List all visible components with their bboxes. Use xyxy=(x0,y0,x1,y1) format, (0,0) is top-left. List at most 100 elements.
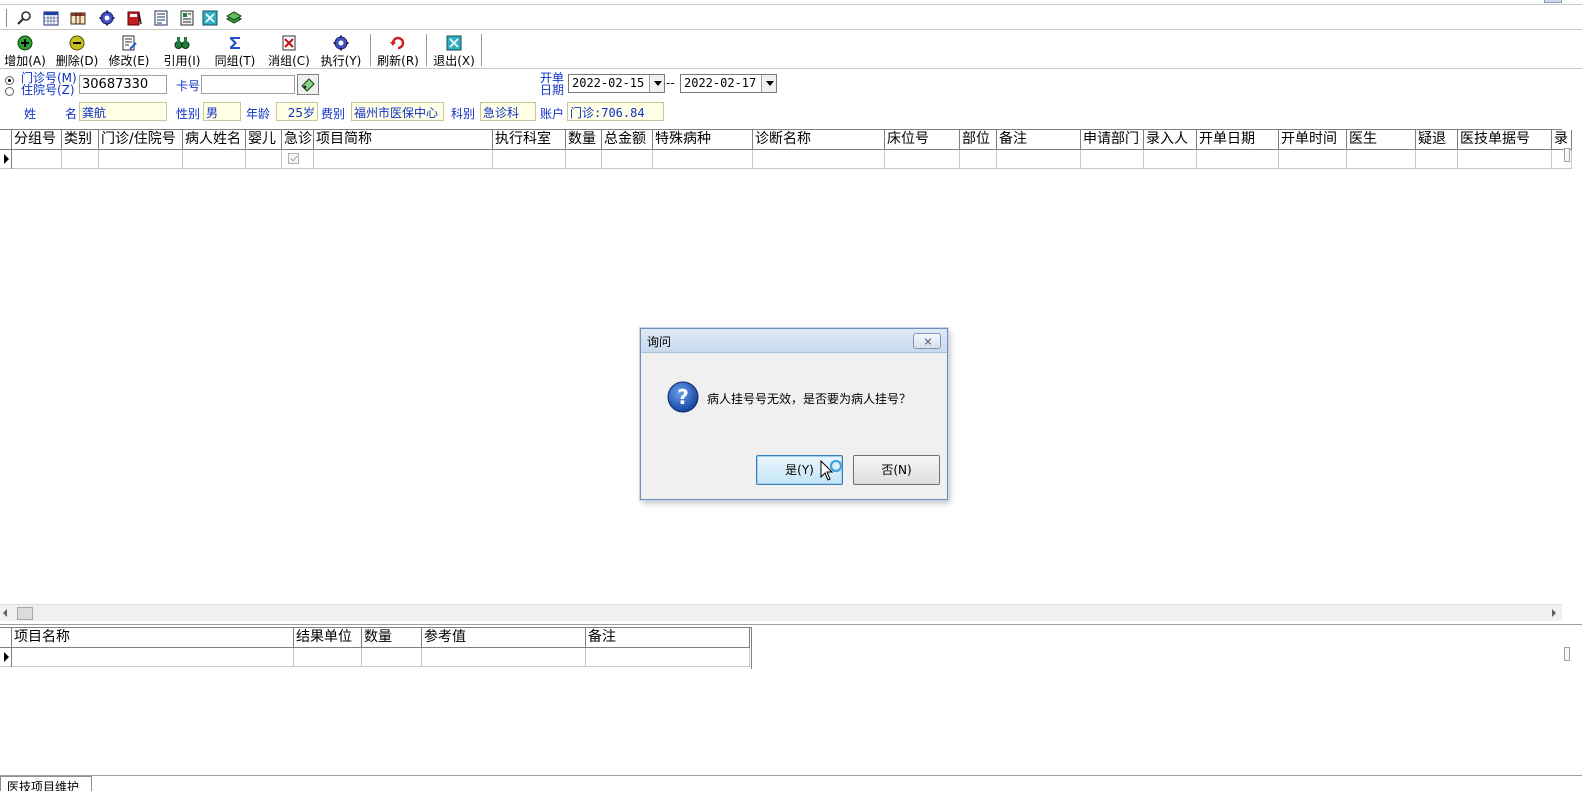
column-header[interactable]: 执行科室 xyxy=(493,130,566,150)
table-cell[interactable] xyxy=(246,150,282,169)
table-cell[interactable] xyxy=(586,648,750,667)
toolbar-grip[interactable] xyxy=(6,9,8,27)
chevron-down-icon[interactable] xyxy=(649,75,664,92)
column-header[interactable]: 部位 xyxy=(960,130,997,150)
column-header[interactable]: 病人姓名 xyxy=(183,130,246,150)
column-header[interactable]: 分组号 xyxy=(12,130,62,150)
horizontal-scrollbar[interactable] xyxy=(0,604,1562,621)
splitter[interactable] xyxy=(0,624,1582,625)
tab-maintenance[interactable]: 医技项目维护 xyxy=(0,776,92,791)
column-header[interactable]: 录 xyxy=(1552,130,1572,150)
column-header[interactable]: 数量 xyxy=(566,130,602,150)
table-cell[interactable] xyxy=(997,150,1081,169)
column-header[interactable]: 备注 xyxy=(997,130,1081,150)
ungroup-button[interactable]: 消组(C) xyxy=(266,34,312,68)
exit-icon[interactable] xyxy=(202,10,218,26)
table-cell[interactable] xyxy=(653,150,753,169)
column-header[interactable]: 录入人 xyxy=(1144,130,1197,150)
column-header[interactable]: 床位号 xyxy=(885,130,960,150)
book-icon[interactable] xyxy=(126,10,142,26)
table-cell[interactable] xyxy=(314,150,493,169)
patient-name-field[interactable]: 龚航 xyxy=(79,102,167,121)
table-cell[interactable] xyxy=(362,648,422,667)
table-cell[interactable] xyxy=(12,648,294,667)
column-header[interactable]: 医生 xyxy=(1347,130,1416,150)
vertical-scrollbar[interactable] xyxy=(1564,647,1570,661)
table-cell[interactable] xyxy=(566,150,602,169)
table-cell[interactable] xyxy=(602,150,653,169)
date-to-select[interactable]: 2022-02-17 xyxy=(680,74,777,93)
scroll-left-icon[interactable] xyxy=(3,609,7,617)
table-cell[interactable] xyxy=(1458,150,1552,169)
no-button[interactable]: 否(N) xyxy=(853,455,940,485)
execute-button[interactable]: 执行(Y) xyxy=(318,34,364,68)
emergency-checkbox[interactable] xyxy=(288,153,299,164)
table-cell[interactable] xyxy=(422,648,586,667)
column-header[interactable]: 婴儿 xyxy=(246,130,282,150)
column-header[interactable]: 急诊 xyxy=(282,130,314,150)
table-cell[interactable] xyxy=(183,150,246,169)
inpatient-radio[interactable] xyxy=(5,87,14,96)
group-button[interactable]: 同组(T) xyxy=(212,34,258,68)
column-header[interactable]: 总金额 xyxy=(602,130,653,150)
table-row[interactable] xyxy=(0,150,1572,169)
table-row[interactable] xyxy=(0,648,750,667)
sex-field[interactable]: 男 xyxy=(203,102,241,121)
date-from-select[interactable]: 2022-02-15 xyxy=(568,74,665,93)
column-header[interactable]: 类别 xyxy=(62,130,99,150)
window-control-icon[interactable] xyxy=(1544,0,1562,3)
refresh-button[interactable]: 刷新(R) xyxy=(375,34,421,68)
column-header[interactable]: 申请部门 xyxy=(1081,130,1144,150)
edit-button[interactable]: 修改(E) xyxy=(106,34,152,68)
column-header[interactable]: 项目名称 xyxy=(12,628,294,648)
column-header[interactable]: 参考值 xyxy=(422,628,586,648)
table-cell[interactable] xyxy=(1144,150,1197,169)
table-cell[interactable] xyxy=(493,150,566,169)
column-header[interactable]: 开单日期 xyxy=(1197,130,1279,150)
table-cell[interactable] xyxy=(960,150,997,169)
column-header[interactable]: 开单时间 xyxy=(1279,130,1347,150)
row-indicator[interactable] xyxy=(0,150,12,169)
scroll-right-icon[interactable] xyxy=(1552,609,1556,617)
chevron-down-icon[interactable] xyxy=(761,75,776,92)
age-field[interactable]: 25岁 xyxy=(276,102,318,121)
table-cell[interactable] xyxy=(753,150,885,169)
card-read-button[interactable] xyxy=(297,74,319,95)
account-field[interactable]: 门诊:706.84 xyxy=(567,102,664,121)
form-icon[interactable] xyxy=(179,10,195,26)
table-cell[interactable] xyxy=(1347,150,1416,169)
column-header[interactable]: 结果单位 xyxy=(294,628,362,648)
exit-button[interactable]: 退出(X) xyxy=(431,34,477,68)
fee-type-field[interactable]: 福州市医保中心 xyxy=(351,102,444,121)
column-header[interactable]: 疑退 xyxy=(1416,130,1458,150)
close-icon[interactable] xyxy=(913,333,941,349)
patient-number-field[interactable]: 30687330 xyxy=(79,75,167,94)
column-header[interactable]: 医技单据号 xyxy=(1458,130,1552,150)
detail-grid[interactable]: 项目名称 结果单位 数量 参考值 备注 xyxy=(0,627,752,669)
table-icon[interactable] xyxy=(70,10,86,26)
table-cell[interactable] xyxy=(99,150,183,169)
table-cell[interactable] xyxy=(294,648,362,667)
gear-icon[interactable] xyxy=(99,10,115,26)
table-cell[interactable] xyxy=(1279,150,1347,169)
list-icon[interactable] xyxy=(153,10,169,26)
search-icon[interactable] xyxy=(16,10,32,26)
outpatient-radio[interactable] xyxy=(5,76,14,85)
table-cell[interactable] xyxy=(1416,150,1458,169)
table-cell[interactable] xyxy=(12,150,62,169)
row-indicator[interactable] xyxy=(0,648,12,667)
table-cell[interactable] xyxy=(62,150,99,169)
scroll-thumb[interactable] xyxy=(17,607,33,620)
calendar-icon[interactable] xyxy=(43,10,59,26)
table-cell[interactable] xyxy=(282,150,314,169)
column-header[interactable]: 门诊/住院号 xyxy=(99,130,183,150)
column-header[interactable]: 特殊病种 xyxy=(653,130,753,150)
reference-button[interactable]: 引用(I) xyxy=(159,34,205,68)
column-header[interactable]: 项目简称 xyxy=(314,130,493,150)
table-cell[interactable] xyxy=(885,150,960,169)
column-header[interactable]: 数量 xyxy=(362,628,422,648)
column-header[interactable]: 备注 xyxy=(586,628,750,648)
delete-button[interactable]: 删除(D) xyxy=(54,34,100,68)
table-cell[interactable] xyxy=(1197,150,1279,169)
add-button[interactable]: 增加(A) xyxy=(2,34,48,68)
